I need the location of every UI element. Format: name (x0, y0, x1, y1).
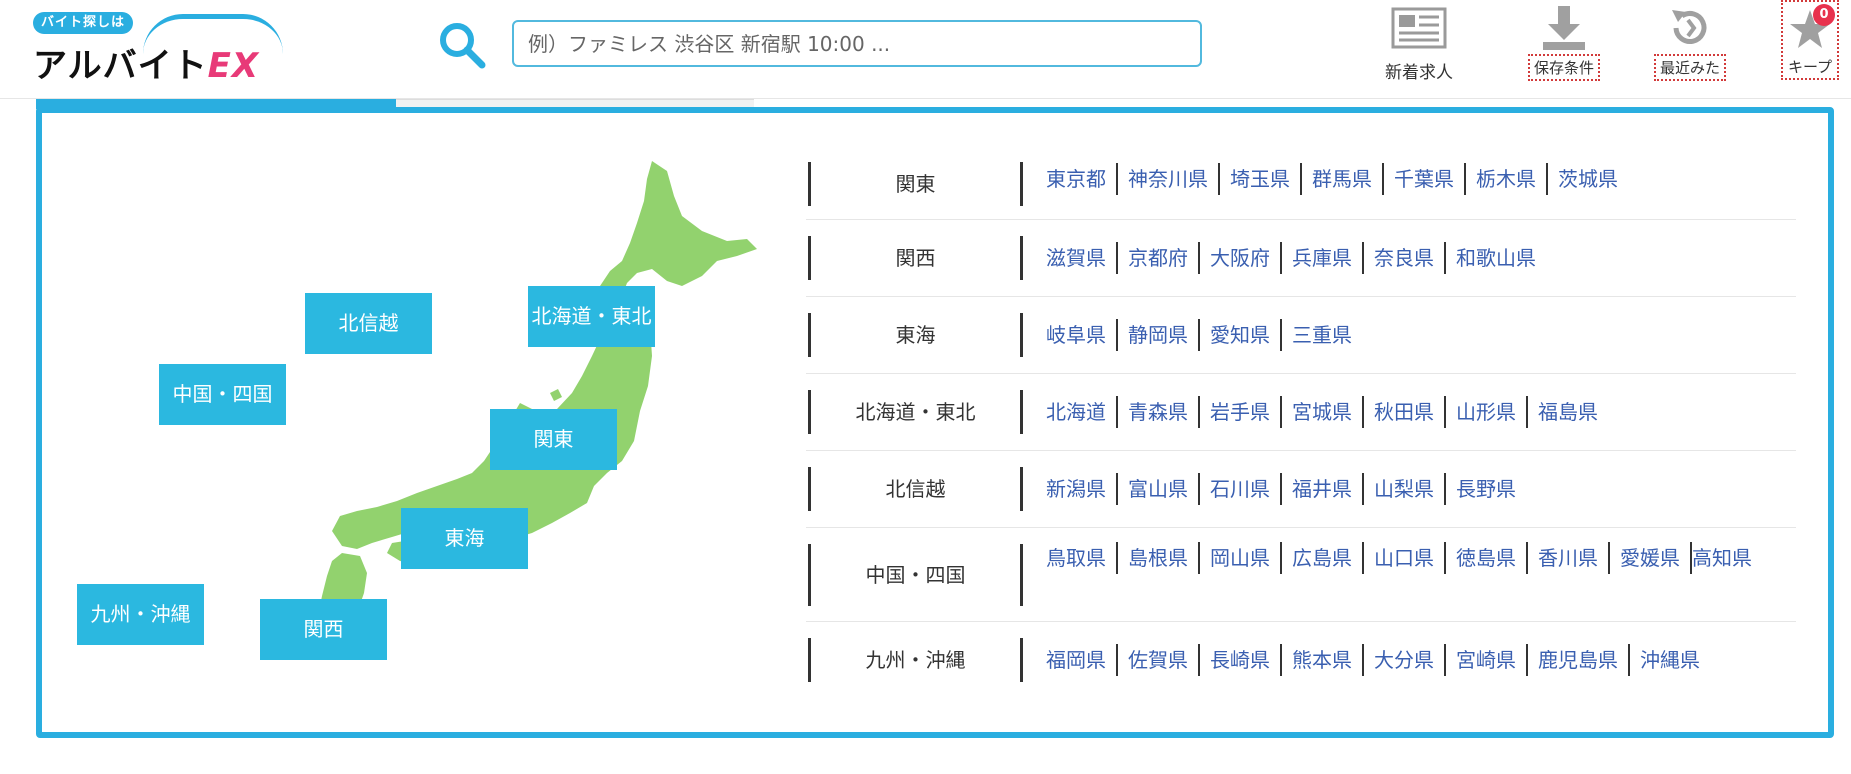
recently-viewed-label: 最近みた (1654, 54, 1727, 81)
saved-conditions-button[interactable]: 保存条件 (1528, 4, 1601, 81)
pref-link-chiba[interactable]: 千葉県 (1384, 163, 1466, 195)
pref-link-tokushima[interactable]: 徳島県 (1446, 542, 1528, 574)
site-header: バイト探しは アルバイトEX 新着求人 (0, 0, 1851, 99)
pref-link-hyogo[interactable]: 兵庫県 (1282, 242, 1364, 274)
keep-button[interactable]: キープ 0 (1781, 0, 1839, 80)
logo-ex-text: EX (207, 46, 260, 86)
pref-link-nagano[interactable]: 長野県 (1446, 473, 1526, 505)
region-row-hokkaido-tohoku: 北海道・東北 北海道 青森県 岩手県 宮城県 秋田県 山形県 福島県 (806, 374, 1796, 451)
recently-viewed-button[interactable]: 最近みた (1654, 4, 1727, 81)
keep-count-badge: 0 (1813, 4, 1835, 26)
pref-link-wakayama[interactable]: 和歌山県 (1446, 242, 1546, 274)
newspaper-icon (1391, 4, 1447, 52)
new-jobs-label: 新着求人 (1385, 63, 1453, 83)
region-row-chugoku-shikoku: 中国・四国 鳥取県 島根県 岡山県 広島県 山口県 徳島県 香川県 愛媛県 高知… (806, 528, 1796, 622)
pref-link-saga[interactable]: 佐賀県 (1118, 644, 1200, 676)
logo-main-text: アルバイト (33, 46, 208, 86)
download-icon (1536, 4, 1592, 52)
pref-link-aomori[interactable]: 青森県 (1118, 396, 1200, 428)
prefecture-list: 新潟県 富山県 石川県 福井県 山梨県 長野県 (1046, 473, 1776, 505)
pref-link-okayama[interactable]: 岡山県 (1200, 542, 1282, 574)
pref-link-hokkaido[interactable]: 北海道 (1046, 396, 1118, 428)
pref-link-oita[interactable]: 大分県 (1364, 644, 1446, 676)
pref-link-shimane[interactable]: 島根県 (1118, 542, 1200, 574)
logo-tagline: バイト探しは (33, 12, 134, 34)
pref-link-kumamoto[interactable]: 熊本県 (1282, 644, 1364, 676)
new-jobs-button[interactable]: 新着求人 (1385, 4, 1453, 83)
pref-link-nara[interactable]: 奈良県 (1364, 242, 1446, 274)
logo-wordmark: アルバイトEX (33, 38, 259, 87)
prefecture-list: 鳥取県 島根県 岡山県 広島県 山口県 徳島県 香川県 愛媛県 高知県 (1046, 542, 1776, 574)
site-logo[interactable]: バイト探しは アルバイトEX (33, 12, 283, 86)
pref-link-gunma[interactable]: 群馬県 (1302, 163, 1384, 195)
pref-link-kanagawa[interactable]: 神奈川県 (1118, 163, 1220, 195)
pref-link-miyazaki[interactable]: 宮崎県 (1446, 644, 1528, 676)
pref-link-ibaraki[interactable]: 茨城県 (1548, 163, 1628, 195)
pref-link-toyama[interactable]: 富山県 (1118, 473, 1200, 505)
search-input[interactable] (512, 20, 1202, 67)
pref-link-hiroshima[interactable]: 広島県 (1282, 542, 1364, 574)
region-name: 関東 (808, 162, 1023, 206)
pref-link-fukui[interactable]: 福井県 (1282, 473, 1364, 505)
pref-link-tochigi[interactable]: 栃木県 (1466, 163, 1548, 195)
region-name: 北信越 (808, 467, 1023, 511)
map-button-kanto[interactable]: 関東 (490, 409, 617, 470)
prefecture-list: 東京都 神奈川県 埼玉県 群馬県 千葉県 栃木県 茨城県 (1046, 163, 1776, 195)
region-name: 関西 (808, 236, 1023, 280)
saved-conditions-label: 保存条件 (1528, 54, 1601, 81)
region-row-kanto: 関東 東京都 神奈川県 埼玉県 群馬県 千葉県 栃木県 茨城県 (806, 141, 1796, 220)
map-button-chugoku-shikoku[interactable]: 中国・四国 (159, 364, 286, 425)
pref-link-shiga[interactable]: 滋賀県 (1046, 242, 1118, 274)
keep-label: キープ (1787, 58, 1833, 76)
pref-link-niigata[interactable]: 新潟県 (1046, 473, 1118, 505)
pref-link-okinawa[interactable]: 沖縄県 (1630, 644, 1710, 676)
pref-link-tottori[interactable]: 鳥取県 (1046, 542, 1118, 574)
region-name: 中国・四国 (808, 544, 1023, 606)
region-row-kyushu-okinawa: 九州・沖縄 福岡県 佐賀県 長崎県 熊本県 大分県 宮崎県 鹿児島県 沖縄県 (806, 622, 1796, 700)
pref-link-kochi[interactable]: 高知県 (1692, 542, 1762, 574)
pref-link-kagawa[interactable]: 香川県 (1528, 542, 1610, 574)
prefecture-list: 北海道 青森県 岩手県 宮城県 秋田県 山形県 福島県 (1046, 396, 1776, 428)
region-name: 九州・沖縄 (808, 638, 1023, 682)
pref-link-yamanashi[interactable]: 山梨県 (1364, 473, 1446, 505)
region-table: 関東 東京都 神奈川県 埼玉県 群馬県 千葉県 栃木県 茨城県 関西 滋賀県 京… (806, 141, 1796, 700)
region-name: 北海道・東北 (808, 390, 1023, 434)
region-row-hokushinetsu: 北信越 新潟県 富山県 石川県 福井県 山梨県 長野県 (806, 451, 1796, 528)
pref-link-fukushima[interactable]: 福島県 (1528, 396, 1608, 428)
pref-link-nagasaki[interactable]: 長崎県 (1200, 644, 1282, 676)
pref-link-akita[interactable]: 秋田県 (1364, 396, 1446, 428)
region-row-kansai: 関西 滋賀県 京都府 大阪府 兵庫県 奈良県 和歌山県 (806, 220, 1796, 297)
pref-link-ehime[interactable]: 愛媛県 (1610, 542, 1692, 574)
pref-link-osaka[interactable]: 大阪府 (1200, 242, 1282, 274)
map-button-tokai[interactable]: 東海 (401, 508, 528, 569)
map-button-kyushu-okinawa[interactable]: 九州・沖縄 (77, 584, 204, 645)
pref-link-yamaguchi[interactable]: 山口県 (1364, 542, 1446, 574)
pref-link-tokyo[interactable]: 東京都 (1046, 163, 1118, 195)
pref-link-ishikawa[interactable]: 石川県 (1200, 473, 1282, 505)
map-button-kansai[interactable]: 関西 (260, 599, 387, 660)
pref-link-kagoshima[interactable]: 鹿児島県 (1528, 644, 1630, 676)
pref-link-miyagi[interactable]: 宮城県 (1282, 396, 1364, 428)
search-icon[interactable] (437, 20, 487, 70)
area-search-panel: 北信越 北海道・東北 中国・四国 関東 東海 九州・沖縄 関西 関東 東京都 神… (36, 107, 1834, 738)
pref-link-kyoto[interactable]: 京都府 (1118, 242, 1200, 274)
history-icon (1662, 4, 1718, 52)
pref-link-saitama[interactable]: 埼玉県 (1220, 163, 1302, 195)
pref-link-mie[interactable]: 三重県 (1282, 319, 1362, 351)
region-row-tokai: 東海 岐阜県 静岡県 愛知県 三重県 (806, 297, 1796, 374)
map-button-hokushinetsu[interactable]: 北信越 (305, 293, 432, 354)
pref-link-yamagata[interactable]: 山形県 (1446, 396, 1528, 428)
map-button-hokkaido-tohoku[interactable]: 北海道・東北 (528, 286, 655, 347)
pref-link-aichi[interactable]: 愛知県 (1200, 319, 1282, 351)
pref-link-gifu[interactable]: 岐阜県 (1046, 319, 1118, 351)
pref-link-shizuoka[interactable]: 静岡県 (1118, 319, 1200, 351)
pref-link-fukuoka[interactable]: 福岡県 (1046, 644, 1118, 676)
prefecture-list: 岐阜県 静岡県 愛知県 三重県 (1046, 319, 1776, 351)
pref-link-iwate[interactable]: 岩手県 (1200, 396, 1282, 428)
prefecture-list: 滋賀県 京都府 大阪府 兵庫県 奈良県 和歌山県 (1046, 242, 1776, 274)
prefecture-list: 福岡県 佐賀県 長崎県 熊本県 大分県 宮崎県 鹿児島県 沖縄県 (1046, 644, 1776, 676)
region-name: 東海 (808, 313, 1023, 357)
